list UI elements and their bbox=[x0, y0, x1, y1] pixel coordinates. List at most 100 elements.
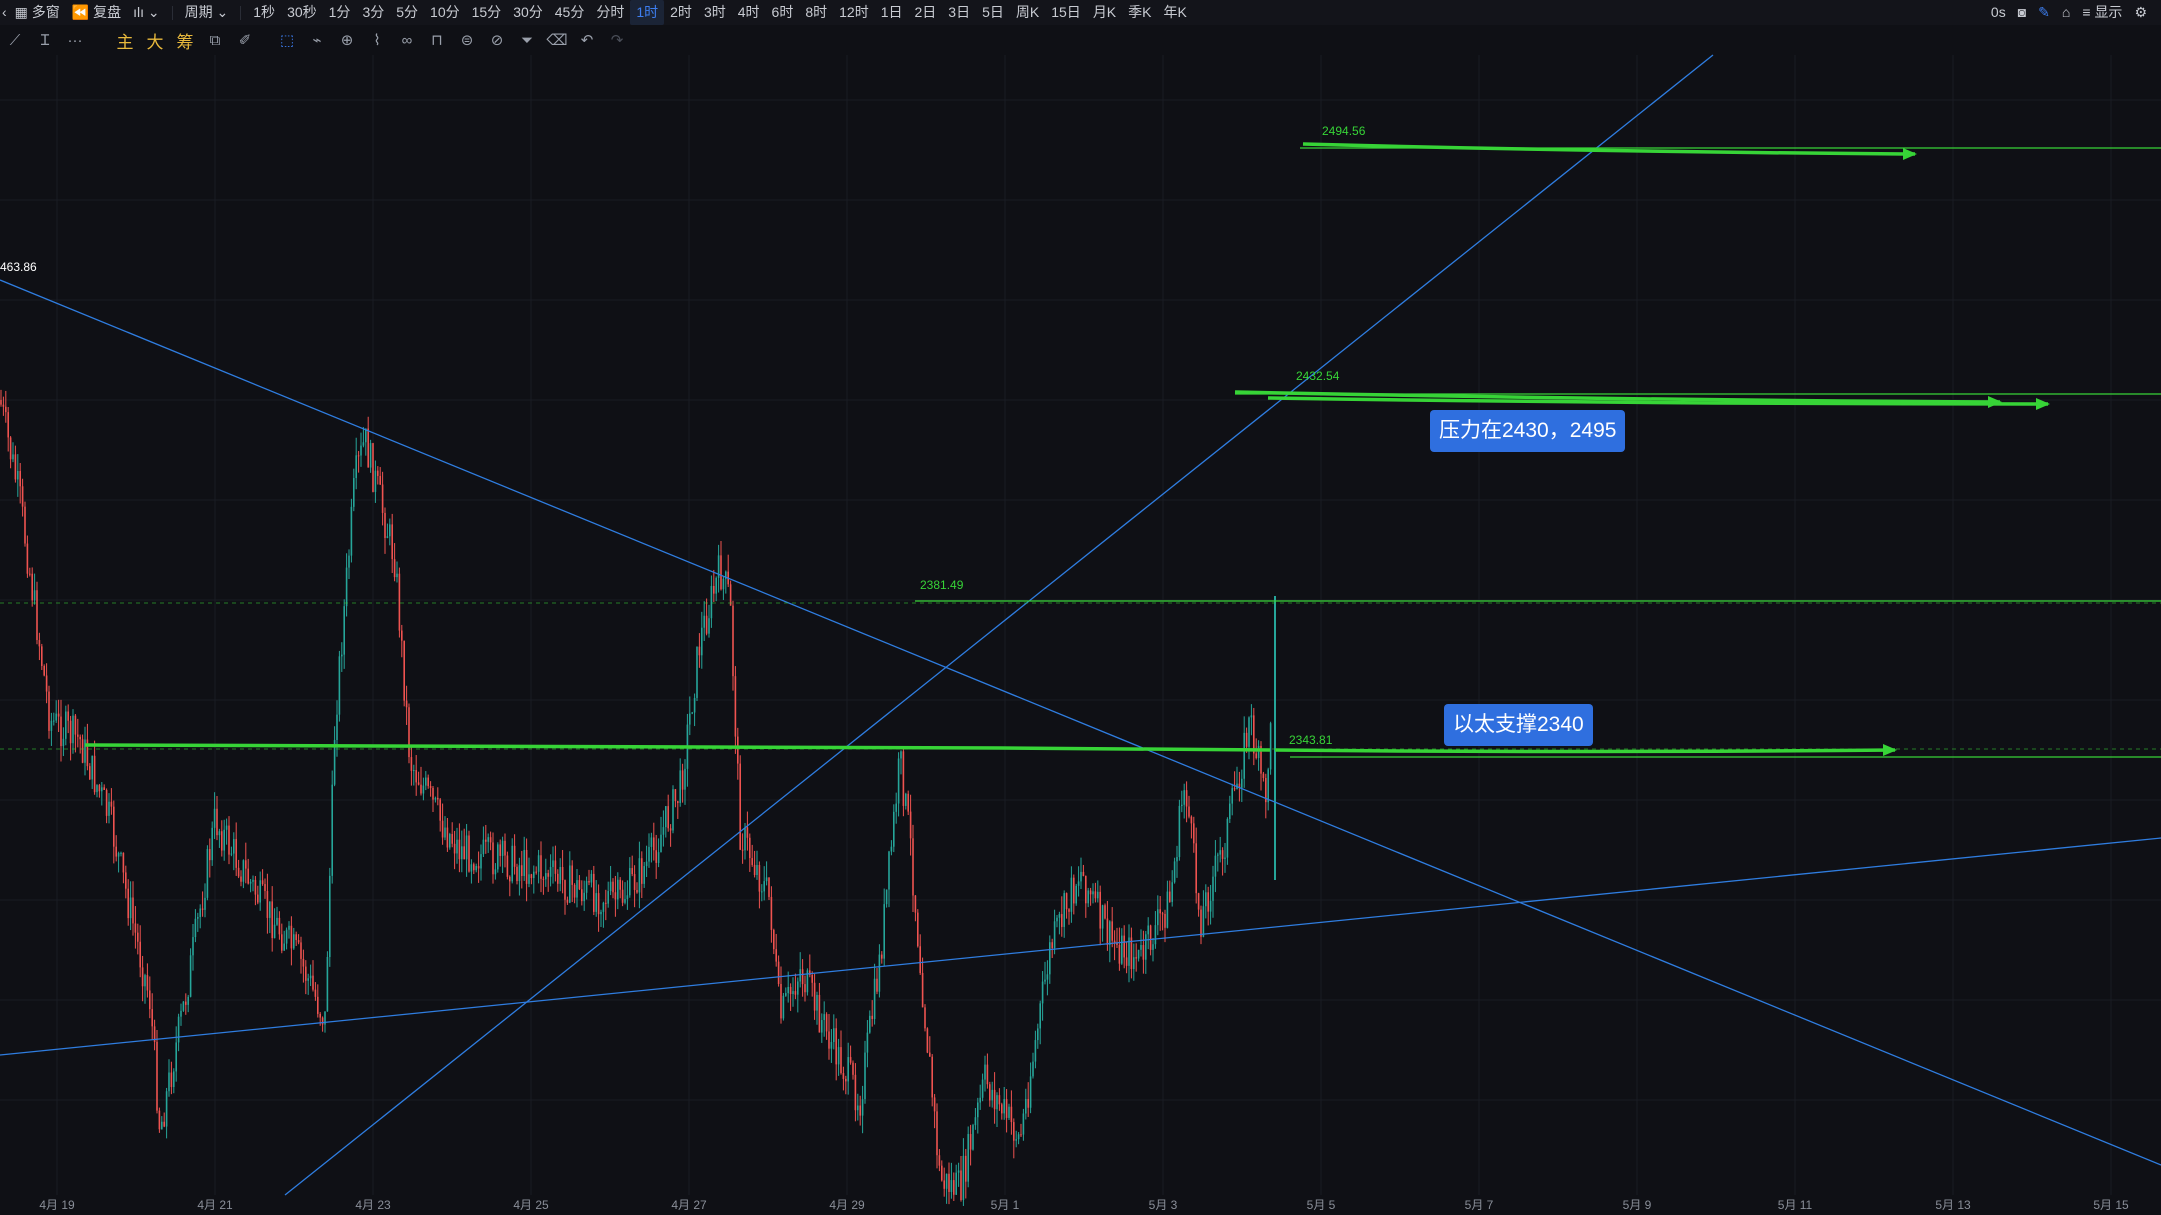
candle-body bbox=[929, 1052, 931, 1057]
candle-body bbox=[242, 860, 245, 882]
candle-body bbox=[1017, 1134, 1020, 1140]
candle-body bbox=[369, 443, 372, 468]
candle-body bbox=[403, 640, 405, 701]
candle-body bbox=[1202, 906, 1205, 937]
candle-body bbox=[605, 902, 607, 904]
candle-body bbox=[684, 768, 686, 790]
candle-body bbox=[439, 799, 441, 821]
candle-body bbox=[65, 711, 67, 739]
x-tick-label: 4月 23 bbox=[355, 1198, 391, 1212]
candle-body bbox=[989, 1084, 991, 1101]
candle-body bbox=[74, 715, 77, 735]
support-annotation[interactable]: 以太支撑2340 bbox=[1444, 704, 1593, 746]
candle-body bbox=[924, 1007, 926, 1029]
candle-body bbox=[1133, 957, 1135, 970]
candle-body bbox=[720, 555, 722, 590]
candle-body bbox=[69, 720, 72, 744]
candle-body bbox=[189, 955, 192, 997]
candle-body bbox=[773, 929, 775, 950]
candle-body bbox=[588, 881, 590, 883]
candle-body bbox=[374, 470, 377, 492]
candle-body bbox=[1209, 900, 1212, 912]
candle-body bbox=[96, 785, 98, 793]
candle-body bbox=[485, 839, 487, 842]
candle-body bbox=[744, 827, 746, 851]
candle-body bbox=[194, 918, 197, 938]
candle-body bbox=[972, 1125, 974, 1150]
candle-body bbox=[866, 1032, 869, 1053]
candle-body bbox=[1111, 921, 1113, 941]
candle-body bbox=[698, 646, 701, 656]
candle-body bbox=[338, 656, 341, 715]
candle-body bbox=[1207, 892, 1209, 912]
candle-body bbox=[797, 981, 799, 995]
candle-body bbox=[1053, 921, 1056, 949]
candle-body bbox=[192, 937, 194, 956]
candle-body bbox=[794, 991, 797, 995]
candle-body bbox=[1200, 909, 1202, 937]
candle-body bbox=[852, 1062, 854, 1075]
candle-body bbox=[149, 990, 151, 1010]
candle-body bbox=[245, 860, 247, 869]
resistance-annotation[interactable]: 压力在2430，2495 bbox=[1430, 410, 1626, 452]
candle-body bbox=[1183, 790, 1185, 805]
candle-body bbox=[540, 855, 542, 879]
candle-body bbox=[213, 808, 216, 828]
candle-body bbox=[597, 893, 600, 915]
candle-body bbox=[787, 986, 789, 994]
candle-body bbox=[413, 770, 415, 772]
x-tick-label: 5月 15 bbox=[2093, 1198, 2129, 1212]
candle-body bbox=[497, 844, 499, 870]
candle-body bbox=[113, 806, 115, 847]
candle-body bbox=[948, 1173, 950, 1192]
candle-body bbox=[789, 986, 792, 995]
candle-body bbox=[197, 917, 199, 919]
candle-body bbox=[713, 585, 715, 594]
candle-body bbox=[1010, 1106, 1013, 1123]
candle-body bbox=[871, 1015, 873, 1019]
candle-body bbox=[163, 1121, 165, 1127]
candle-body bbox=[357, 455, 360, 457]
candle-body bbox=[888, 851, 890, 890]
candle-body bbox=[115, 846, 117, 857]
candle-body bbox=[225, 825, 228, 830]
candle-body bbox=[881, 954, 883, 959]
candle-body bbox=[573, 884, 576, 898]
candle-body bbox=[981, 1079, 984, 1098]
candle-body bbox=[624, 899, 626, 903]
candle-body bbox=[441, 820, 444, 838]
candle-body bbox=[590, 873, 593, 883]
candle-body bbox=[977, 1102, 979, 1118]
arrow-2340-head bbox=[1883, 744, 1897, 756]
candle-body bbox=[1159, 909, 1161, 914]
candle-body bbox=[770, 896, 773, 930]
candle-body bbox=[1169, 891, 1171, 902]
candle-body bbox=[117, 853, 120, 857]
candle-body bbox=[681, 770, 684, 790]
candle-body bbox=[17, 471, 19, 480]
candle-body bbox=[302, 958, 305, 967]
candle-body bbox=[756, 865, 758, 875]
candle-body bbox=[1061, 914, 1063, 927]
candle-body bbox=[631, 868, 633, 875]
candle-body bbox=[581, 889, 583, 902]
candle-body bbox=[1089, 890, 1092, 895]
level-label-2343: 2343.81 bbox=[1289, 733, 1333, 747]
candle-body bbox=[967, 1134, 969, 1182]
candle-body bbox=[609, 881, 612, 892]
candle-body bbox=[689, 713, 691, 725]
candle-body bbox=[600, 911, 602, 915]
candle-body bbox=[1001, 1104, 1003, 1114]
price-chart[interactable] bbox=[0, 0, 2161, 1215]
candle-body bbox=[417, 782, 420, 785]
candle-body bbox=[612, 881, 614, 893]
candle-body bbox=[5, 406, 7, 413]
candle-body bbox=[53, 720, 55, 722]
candle-body bbox=[521, 865, 523, 876]
candle-body bbox=[660, 834, 662, 853]
candle-body bbox=[295, 934, 297, 941]
x-tick-label: 4月 29 bbox=[829, 1198, 865, 1212]
candle-body bbox=[2, 404, 5, 407]
candle-body bbox=[751, 858, 753, 865]
candle-body bbox=[410, 757, 413, 771]
